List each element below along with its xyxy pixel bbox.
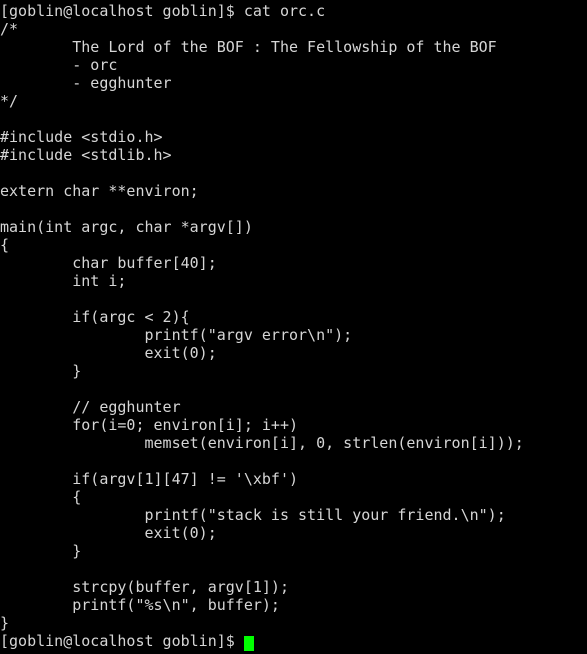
command-line: [goblin@localhost goblin]$ cat orc.c bbox=[0, 2, 326, 20]
source-line: // egghunter bbox=[0, 398, 181, 416]
source-line bbox=[0, 200, 587, 218]
source-line bbox=[0, 380, 587, 398]
source-line: - egghunter bbox=[0, 74, 172, 92]
source-line: /* bbox=[0, 20, 19, 38]
source-line: for(i=0; environ[i]; i++) bbox=[0, 416, 299, 434]
source-line bbox=[0, 164, 587, 182]
shell-prompt: [goblin@localhost goblin]$ bbox=[0, 632, 244, 650]
terminal-window[interactable]: [goblin@localhost goblin]$ cat orc.c /* … bbox=[0, 0, 587, 654]
source-line: - orc bbox=[0, 56, 118, 74]
source-line: int i; bbox=[0, 272, 127, 290]
terminal-screen: [goblin@localhost goblin]$ cat orc.c /* … bbox=[0, 2, 587, 651]
source-line: memset(environ[i], 0, strlen(environ[i])… bbox=[0, 434, 524, 452]
source-line: { bbox=[0, 488, 82, 506]
source-line: #include <stdlib.h> bbox=[0, 146, 172, 164]
source-line: if(argv[1][47] != '\xbf') bbox=[0, 470, 299, 488]
source-line: if(argc < 2){ bbox=[0, 308, 190, 326]
source-line: } bbox=[0, 614, 10, 632]
source-line: */ bbox=[0, 92, 19, 110]
source-line bbox=[0, 290, 587, 308]
source-line bbox=[0, 452, 587, 470]
source-line: exit(0); bbox=[0, 524, 217, 542]
source-line: extern char **environ; bbox=[0, 182, 199, 200]
block-cursor-icon bbox=[243, 636, 254, 651]
source-line bbox=[0, 110, 587, 128]
source-line: printf("argv error\n"); bbox=[0, 326, 353, 344]
source-line: printf("stack is still your friend.\n"); bbox=[0, 506, 506, 524]
source-line: The Lord of the BOF : The Fellowship of … bbox=[0, 38, 497, 56]
source-line bbox=[0, 560, 587, 578]
source-line: char buffer[40]; bbox=[0, 254, 217, 272]
source-line: { bbox=[0, 236, 10, 254]
source-line: printf("%s\n", buffer); bbox=[0, 596, 280, 614]
source-line: main(int argc, char *argv[]) bbox=[0, 218, 253, 236]
file-output: /* The Lord of the BOF : The Fellowship … bbox=[0, 20, 587, 632]
source-line: exit(0); bbox=[0, 344, 217, 362]
source-line: #include <stdio.h> bbox=[0, 128, 163, 146]
source-line: } bbox=[0, 542, 82, 560]
final-prompt-line: [goblin@localhost goblin]$ bbox=[0, 632, 587, 651]
source-line: strcpy(buffer, argv[1]); bbox=[0, 578, 289, 596]
source-line: } bbox=[0, 362, 82, 380]
